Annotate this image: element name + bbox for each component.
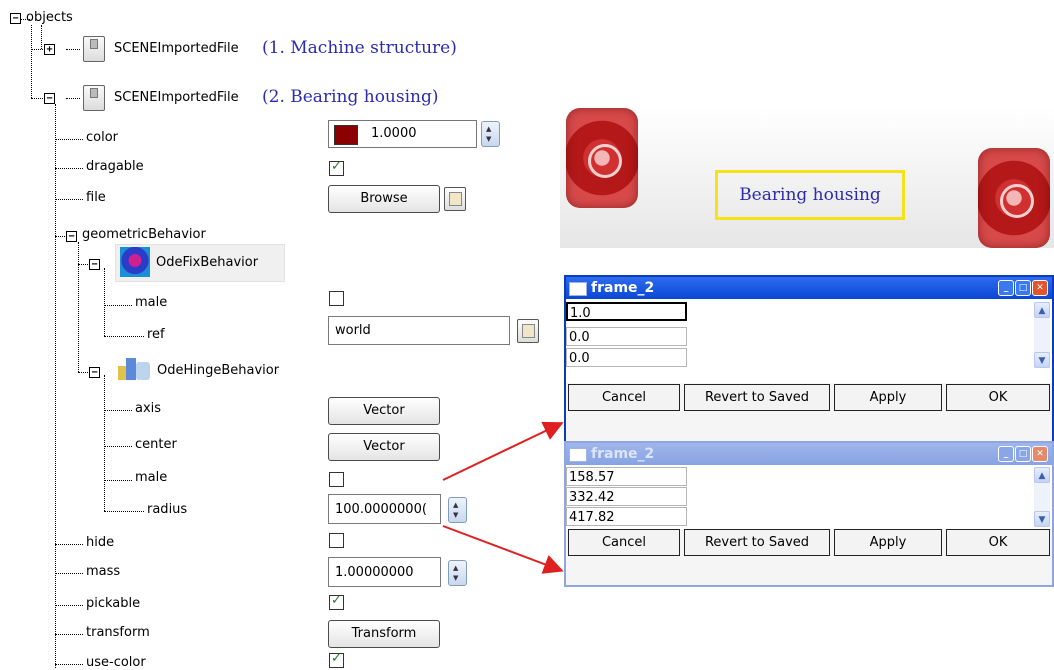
arrow-to-frame-1 <box>442 421 564 481</box>
arrow-to-frame-2 <box>442 525 564 574</box>
annotation-arrows <box>442 421 564 574</box>
